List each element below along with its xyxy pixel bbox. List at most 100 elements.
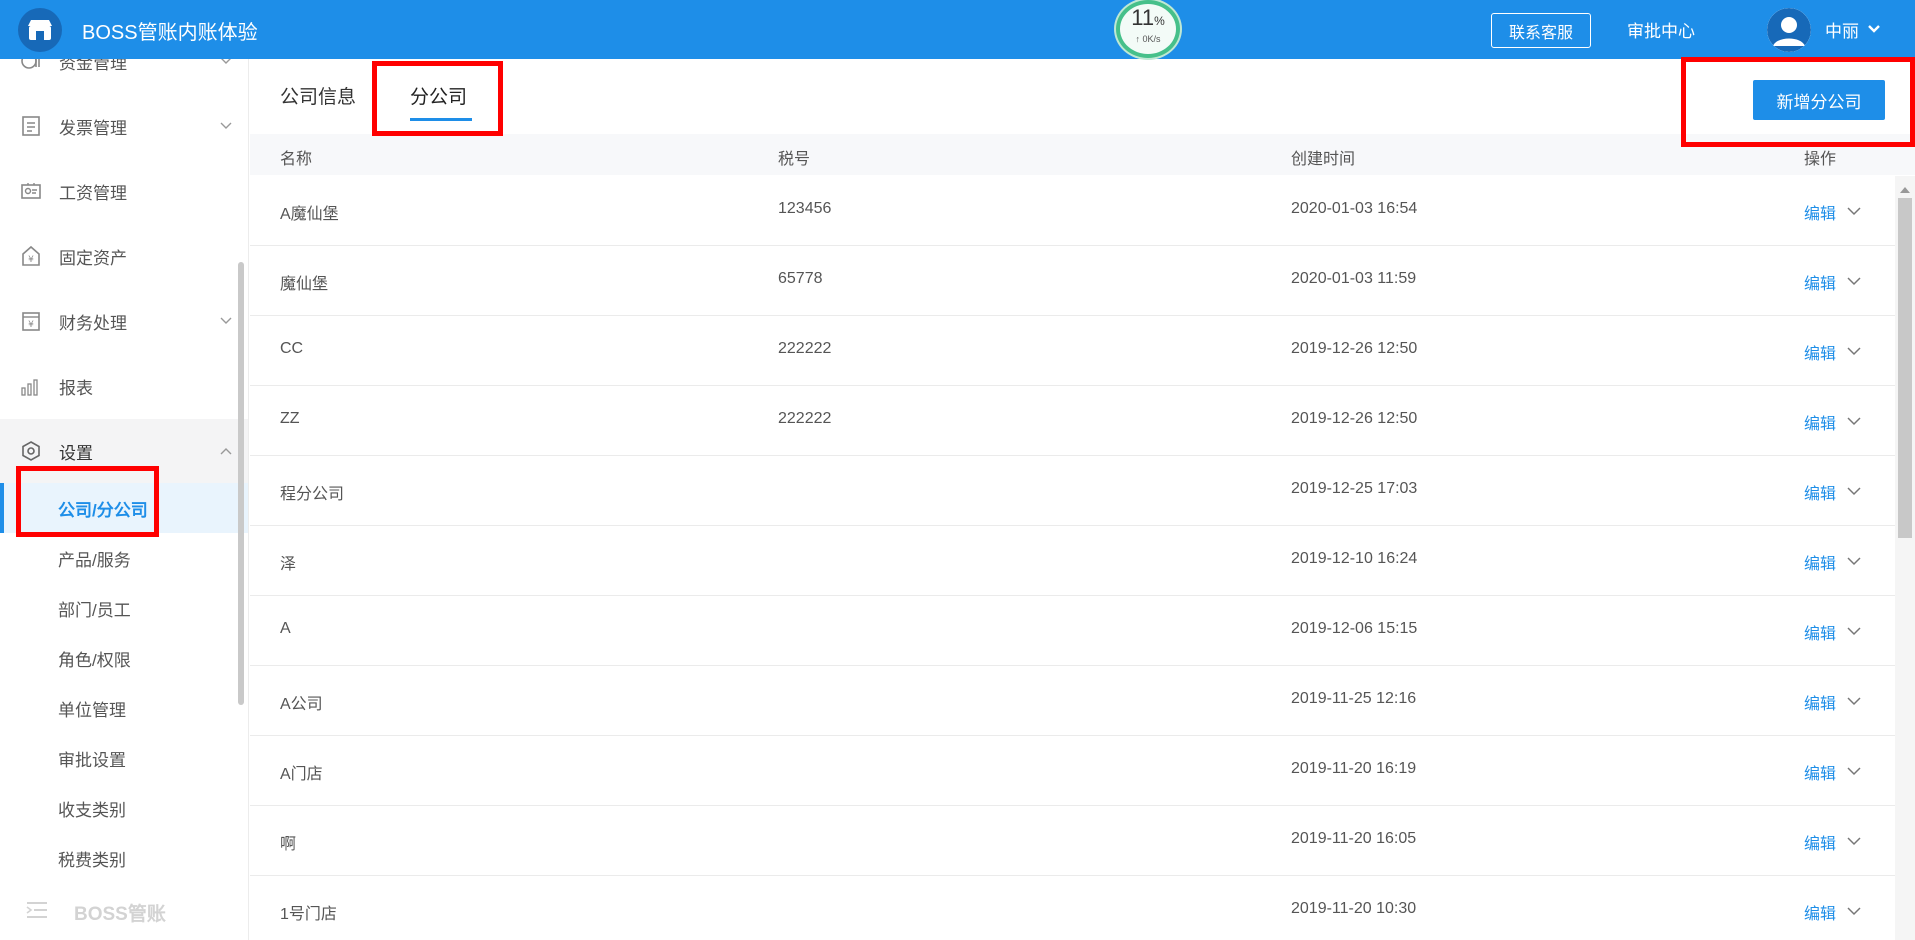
- column-header-name[interactable]: 名称: [280, 145, 312, 169]
- asset-icon: ¥: [20, 245, 42, 267]
- chevron-down-icon[interactable]: [1847, 833, 1861, 851]
- sidebar-item-label: 发票管理: [59, 118, 127, 138]
- edit-link[interactable]: 编辑: [1804, 760, 1836, 784]
- tab-company-info[interactable]: 公司信息: [280, 82, 356, 109]
- sidebar-subitem-label: 产品/服务: [58, 550, 131, 570]
- table-row[interactable]: A门店 2019-11-20 16:19 编辑: [250, 736, 1895, 806]
- sidebar-subitem-label: 单位管理: [58, 700, 126, 720]
- approval-center-link[interactable]: 审批中心: [1627, 17, 1695, 42]
- edit-link[interactable]: 编辑: [1804, 340, 1836, 364]
- table-row[interactable]: 泽 2019-12-10 16:24 编辑: [250, 526, 1895, 596]
- chevron-down-icon[interactable]: [1867, 21, 1881, 39]
- network-speed: ↑ 0K/s: [1135, 34, 1161, 44]
- edit-link[interactable]: 编辑: [1804, 620, 1836, 644]
- cell-created-time: 2019-11-20 16:19: [1291, 760, 1417, 777]
- sidebar-item-label: 资金管理: [59, 59, 127, 73]
- sidebar-subitem-units[interactable]: 单位管理: [0, 683, 248, 733]
- chevron-down-icon[interactable]: [1847, 203, 1861, 221]
- chevron-down-icon[interactable]: [1847, 413, 1861, 431]
- table-row[interactable]: 魔仙堡 65778 2020-01-03 11:59 编辑: [250, 246, 1895, 316]
- sidebar-subitem-tax-categories[interactable]: 税费类别: [0, 833, 248, 883]
- cell-name: CC: [280, 340, 304, 357]
- scroll-up-icon[interactable]: [1900, 180, 1910, 198]
- sidebar-item-salary[interactable]: 工资管理: [0, 159, 248, 223]
- chevron-down-icon: [220, 59, 232, 70]
- cell-name: 程分公司: [280, 486, 345, 503]
- cell-created-time: 2019-12-25 17:03: [1291, 480, 1418, 497]
- sidebar-footer[interactable]: BOSS管账: [0, 885, 248, 940]
- sidebar-subitem-roles[interactable]: 角色/权限: [0, 633, 248, 683]
- main-content: 公司信息 分公司 新增分公司 名称 税号 创建时间 操作 A魔仙堡 123456 2…: [250, 59, 1915, 940]
- edit-link[interactable]: 编辑: [1804, 830, 1836, 854]
- sidebar-item-funds[interactable]: 资金管理: [0, 59, 248, 93]
- chevron-down-icon[interactable]: [1847, 483, 1861, 501]
- table-row[interactable]: ZZ 222222 2019-12-26 12:50 编辑: [250, 386, 1895, 456]
- edit-link[interactable]: 编辑: [1804, 410, 1836, 434]
- edit-link[interactable]: 编辑: [1804, 200, 1836, 224]
- cell-created-time: 2020-01-03 11:59: [1291, 270, 1417, 287]
- sidebar-subitem-departments[interactable]: 部门/员工: [0, 583, 248, 633]
- edit-link[interactable]: 编辑: [1804, 270, 1836, 294]
- user-name[interactable]: 中丽: [1825, 17, 1859, 42]
- sidebar-subitem-approval-settings[interactable]: 审批设置: [0, 733, 248, 783]
- sidebar-item-reports[interactable]: 报表: [0, 354, 248, 418]
- network-monitor-widget[interactable]: 11% ↑ 0K/s: [1116, 0, 1180, 58]
- sidebar-scrollbar[interactable]: [238, 262, 244, 705]
- column-header-tax[interactable]: 税号: [778, 145, 810, 169]
- table-header: 名称 税号 创建时间 操作: [250, 134, 1915, 175]
- cell-created-time: 2019-12-26 12:50: [1291, 340, 1418, 357]
- cell-created-time: 2019-12-06 15:15: [1291, 620, 1418, 637]
- sidebar-subitem-products[interactable]: 产品/服务: [0, 533, 248, 583]
- chevron-down-icon[interactable]: [1847, 343, 1861, 361]
- cell-name: A魔仙堡: [280, 206, 339, 223]
- chevron-down-icon[interactable]: [1847, 623, 1861, 641]
- cell-tax-number: 123456: [778, 200, 832, 217]
- cell-name: A: [280, 620, 291, 637]
- edit-link[interactable]: 编辑: [1804, 900, 1836, 924]
- column-header-created[interactable]: 创建时间: [1291, 145, 1355, 169]
- table-row[interactable]: A公司 2019-11-25 12:16 编辑: [250, 666, 1895, 736]
- cell-tax-number: 222222: [778, 410, 832, 427]
- chevron-down-icon[interactable]: [1847, 693, 1861, 711]
- sidebar-item-fixed-assets[interactable]: ¥ 固定资产: [0, 224, 248, 288]
- collapse-menu-icon[interactable]: [26, 901, 48, 924]
- user-avatar[interactable]: [1767, 8, 1811, 52]
- table-row[interactable]: 程分公司 2019-12-25 17:03 编辑: [250, 456, 1895, 526]
- contact-service-button[interactable]: 联系客服: [1491, 13, 1591, 48]
- chevron-down-icon[interactable]: [1847, 273, 1861, 291]
- cell-created-time: 2020-01-03 16:54: [1291, 200, 1418, 217]
- sidebar-subitem-label: 审批设置: [58, 750, 126, 770]
- table-row[interactable]: A魔仙堡 123456 2020-01-03 16:54 编辑: [250, 176, 1895, 246]
- cell-created-time: 2019-11-20 10:30: [1291, 900, 1417, 917]
- table-scrollbar[interactable]: [1895, 176, 1915, 940]
- cell-name: 魔仙堡: [280, 276, 329, 293]
- chart-icon: [20, 375, 42, 397]
- scrollbar-thumb[interactable]: [1898, 198, 1912, 538]
- edit-link[interactable]: 编辑: [1804, 690, 1836, 714]
- finance-icon: ¥: [20, 310, 42, 332]
- invoice-icon: [20, 115, 42, 137]
- chevron-down-icon[interactable]: [1847, 553, 1861, 571]
- svg-text:¥: ¥: [28, 320, 34, 330]
- network-percent-unit: %: [1154, 14, 1165, 28]
- sidebar-item-invoice[interactable]: 发票管理: [0, 94, 248, 158]
- cell-created-time: 2019-12-10 16:24: [1291, 550, 1418, 567]
- chevron-down-icon[interactable]: [1847, 903, 1861, 921]
- sidebar-subitem-label: 税费类别: [58, 850, 126, 870]
- table-row[interactable]: 1号门店 2019-11-20 10:30 编辑: [250, 876, 1895, 940]
- cell-created-time: 2019-12-26 12:50: [1291, 410, 1418, 427]
- cell-created-time: 2019-11-20 16:05: [1291, 830, 1417, 847]
- table-row[interactable]: A 2019-12-06 15:15 编辑: [250, 596, 1895, 666]
- cell-name: ZZ: [280, 410, 300, 427]
- top-bar: BOSS管账内账体验 11% ↑ 0K/s 联系客服 审批中心 中丽: [0, 0, 1915, 59]
- chevron-down-icon: [220, 117, 232, 135]
- table-row[interactable]: CC 222222 2019-12-26 12:50 编辑: [250, 316, 1895, 386]
- sidebar-subitem-income-categories[interactable]: 收支类别: [0, 783, 248, 833]
- network-percent: 11: [1131, 5, 1155, 30]
- chevron-down-icon[interactable]: [1847, 763, 1861, 781]
- sidebar-item-finance[interactable]: ¥ 财务处理: [0, 289, 248, 353]
- edit-link[interactable]: 编辑: [1804, 550, 1836, 574]
- edit-link[interactable]: 编辑: [1804, 480, 1836, 504]
- table-row[interactable]: 啊 2019-11-20 16:05 编辑: [250, 806, 1895, 876]
- cell-tax-number: 65778: [778, 270, 823, 287]
